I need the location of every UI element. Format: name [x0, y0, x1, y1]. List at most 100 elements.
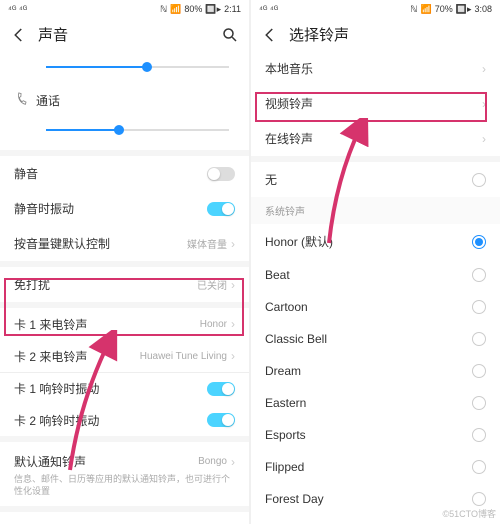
- back-icon[interactable]: [10, 26, 28, 44]
- statusbar: ⁴ᴳ ⁴ᴳ ℕ 📶 70% 🔲▸ 3:08: [251, 0, 500, 18]
- mute-row[interactable]: 静音: [0, 156, 249, 191]
- histen-row: Huawei Histen 音效 ›: [0, 512, 249, 524]
- sim1-vibrate-row[interactable]: 卡 1 响铃时振动: [0, 372, 249, 404]
- chevron-right-icon: ›: [231, 237, 235, 251]
- dnd-label: 免打扰: [14, 276, 197, 293]
- sim2-value: Huawei Tune Living: [140, 351, 227, 362]
- tone-row[interactable]: Dream: [251, 355, 500, 387]
- chevron-right-icon: ›: [231, 349, 235, 363]
- sim2-label: 卡 2 来电铃声: [14, 348, 140, 365]
- phone-icon: [12, 90, 30, 110]
- search-icon[interactable]: [221, 26, 239, 44]
- call-slider-row: [0, 118, 249, 150]
- signal-icon: ⁴ᴳ ⁴ᴳ: [259, 4, 278, 14]
- notif-value: Bongo: [198, 456, 227, 467]
- tone-label: Classic Bell: [265, 332, 472, 346]
- call-volume-row: 通话: [0, 83, 249, 118]
- nfc-icon: ℕ: [160, 4, 167, 15]
- tone-label: Beat: [265, 268, 472, 282]
- none-label: 无: [265, 171, 472, 188]
- clock: 2:11: [224, 4, 241, 14]
- radio-honor[interactable]: [472, 235, 486, 249]
- call-slider[interactable]: [46, 129, 229, 131]
- sim1v-label: 卡 1 响铃时振动: [14, 380, 207, 397]
- online-ringtone-row[interactable]: 在线铃声 ›: [251, 121, 500, 156]
- radio-classicbell[interactable]: [472, 332, 486, 346]
- local-music-row[interactable]: 本地音乐 ›: [251, 51, 500, 86]
- radio-none[interactable]: [472, 173, 486, 187]
- tone-row[interactable]: Cartoon: [251, 291, 500, 323]
- dnd-value: 已关闭: [197, 277, 227, 292]
- sim2-vibrate-row[interactable]: 卡 2 响铃时振动: [0, 404, 249, 436]
- vibrate-mute-label: 静音时振动: [14, 200, 207, 217]
- screen-select-ringtone: ⁴ᴳ ⁴ᴳ ℕ 📶 70% 🔲▸ 3:08 选择铃声 本地音乐 › 视频铃声 ›…: [251, 0, 500, 524]
- sim1-ringtone-row[interactable]: 卡 1 来电铃声 Honor ›: [0, 308, 249, 340]
- sim2v-label: 卡 2 响铃时振动: [14, 412, 207, 429]
- dnd-row[interactable]: 免打扰 已关闭 ›: [0, 267, 249, 302]
- radio-esports[interactable]: [472, 428, 486, 442]
- statusbar: ⁴ᴳ ⁴ᴳ ℕ 📶 80% 🔲▸ 2:11: [0, 0, 249, 18]
- radio-cartoon[interactable]: [472, 300, 486, 314]
- tone-row[interactable]: Eastern: [251, 387, 500, 419]
- clock: 3:08: [474, 4, 492, 14]
- tone-label: Flipped: [265, 460, 472, 474]
- mute-label: 静音: [14, 165, 207, 182]
- signal-icon: ⁴ᴳ ⁴ᴳ: [8, 4, 27, 14]
- back-icon[interactable]: [261, 26, 279, 44]
- chevron-right-icon: ›: [231, 317, 235, 331]
- radio-beat[interactable]: [472, 268, 486, 282]
- volkey-value: 媒体音量: [187, 236, 227, 251]
- video-ringtone-row[interactable]: 视频铃声 ›: [251, 86, 500, 121]
- media-slider-row: [0, 51, 249, 83]
- tone-row[interactable]: Esports: [251, 419, 500, 451]
- video-label: 视频铃声: [265, 95, 478, 112]
- notif-label: 默认通知铃声: [14, 453, 198, 470]
- notif-row[interactable]: 默认通知铃声 Bongo ›: [0, 442, 249, 474]
- tone-label: Eastern: [265, 396, 472, 410]
- media-slider[interactable]: [46, 66, 229, 68]
- volkey-row[interactable]: 按音量键默认控制 媒体音量 ›: [0, 226, 249, 261]
- system-section: 系统铃声: [251, 197, 500, 224]
- header: 声音: [0, 18, 249, 51]
- sim2-ringtone-row[interactable]: 卡 2 来电铃声 Huawei Tune Living ›: [0, 340, 249, 372]
- page-title: 声音: [38, 24, 211, 45]
- page-title: 选择铃声: [289, 24, 490, 45]
- battery-pct: 70%: [435, 4, 453, 14]
- vibrate-mute-row[interactable]: 静音时振动: [0, 191, 249, 226]
- tone-label: Cartoon: [265, 300, 472, 314]
- chevron-right-icon: ›: [231, 455, 235, 469]
- notif-sub: 信息、邮件、日历等应用的默认通知铃声，也可进行个性化设置: [14, 474, 235, 497]
- radio-dream[interactable]: [472, 364, 486, 378]
- sim1v-toggle[interactable]: [207, 382, 235, 396]
- tone-row[interactable]: Honor (默认): [251, 224, 500, 259]
- battery-pct: 80%: [184, 4, 202, 14]
- sim1-value: Honor: [200, 319, 227, 330]
- vibrate-mute-toggle[interactable]: [207, 202, 235, 216]
- call-label: 通话: [36, 92, 235, 109]
- chevron-right-icon: ›: [482, 97, 486, 111]
- mute-toggle[interactable]: [207, 167, 235, 181]
- tone-label: Esports: [265, 428, 472, 442]
- tone-row[interactable]: Classic Bell: [251, 323, 500, 355]
- chevron-right-icon: ›: [231, 278, 235, 292]
- header: 选择铃声: [251, 18, 500, 51]
- online-label: 在线铃声: [265, 130, 478, 147]
- local-label: 本地音乐: [265, 60, 478, 77]
- chevron-right-icon: ›: [482, 132, 486, 146]
- sim2v-toggle[interactable]: [207, 413, 235, 427]
- tone-label: Honor (默认): [265, 233, 472, 250]
- sim1-label: 卡 1 来电铃声: [14, 316, 200, 333]
- radio-eastern[interactable]: [472, 396, 486, 410]
- volkey-label: 按音量键默认控制: [14, 235, 187, 252]
- chevron-right-icon: ›: [482, 62, 486, 76]
- tone-row[interactable]: Flipped: [251, 451, 500, 483]
- watermark: ©51CTO博客: [443, 507, 496, 520]
- tone-row[interactable]: Beat: [251, 259, 500, 291]
- radio-forestday[interactable]: [472, 492, 486, 506]
- nfc-icon: ℕ: [410, 4, 417, 15]
- none-row[interactable]: 无: [251, 162, 500, 197]
- tone-label: Dream: [265, 364, 472, 378]
- screen-sound-settings: ⁴ᴳ ⁴ᴳ ℕ 📶 80% 🔲▸ 2:11 声音: [0, 0, 249, 524]
- tone-label: Forest Day: [265, 492, 472, 506]
- radio-flipped[interactable]: [472, 460, 486, 474]
